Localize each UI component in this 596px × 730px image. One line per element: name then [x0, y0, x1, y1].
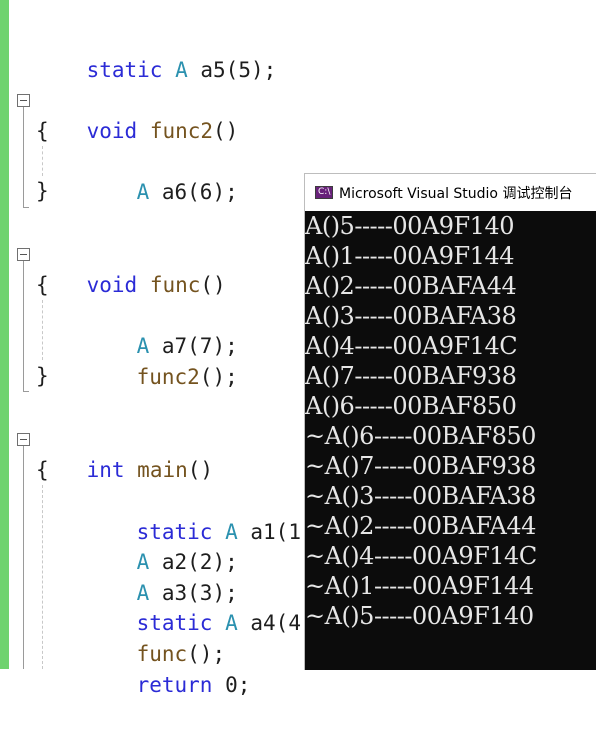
- code-text: ();: [199, 365, 238, 389]
- type-name: A: [225, 611, 238, 635]
- keyword: void: [86, 273, 138, 297]
- fold-line: [23, 261, 24, 391]
- output-line: ~A()2-----00BAFA44: [305, 512, 536, 540]
- fold-toggle-func2[interactable]: [17, 94, 30, 107]
- code-line-main-decl: int main(): [36, 425, 213, 482]
- type-name: A: [175, 58, 188, 82]
- output-line: A()3-----00BAFA38: [305, 302, 517, 330]
- indent-guide: [42, 485, 43, 669]
- output-line: ~A()7-----00BAF938: [305, 452, 536, 480]
- function-name: func2: [136, 365, 200, 389]
- code-line-brace-open: {: [36, 116, 49, 146]
- output-line: ~A()3-----00BAFA38: [305, 482, 536, 510]
- indent-guide: [42, 300, 43, 360]
- code-line-a2: A a2(2);: [86, 517, 238, 574]
- output-line: ~A()5-----00A9F140: [305, 602, 534, 630]
- code-text: a5(5);: [187, 58, 277, 82]
- code-text: (): [200, 273, 226, 297]
- function-name: func: [149, 273, 201, 297]
- output-line: A()6-----00BAF850: [305, 392, 517, 420]
- code-line-brace-open: {: [36, 270, 49, 300]
- type-name: A: [136, 180, 150, 204]
- output-line: A()4-----00A9F14C: [305, 332, 518, 360]
- code-line-call-func2: func2();: [86, 332, 238, 389]
- code-line-a4: static A a4(4);: [86, 578, 327, 635]
- output-line: A()2-----00BAFA44: [305, 272, 517, 300]
- code-text: }: [36, 364, 49, 388]
- indent-guide: [42, 146, 43, 176]
- function-name: func2: [149, 119, 214, 143]
- console-icon-text: C:\: [318, 187, 331, 197]
- console-app-icon: C:\: [315, 186, 333, 199]
- code-text: {: [36, 458, 49, 482]
- code-line-a7: A a7(7);: [86, 301, 238, 358]
- code-line-call-func: func();: [86, 609, 226, 666]
- code-line-return: return 0;: [86, 640, 251, 697]
- keyword: return: [136, 673, 213, 697]
- code-line-a1: static A a1(1);: [86, 487, 327, 544]
- keyword: static: [86, 58, 163, 82]
- keyword: int: [86, 458, 125, 482]
- debug-console-window[interactable]: C:\ Microsoft Visual Studio 调试控制台 A()5--…: [304, 173, 596, 670]
- fold-toggle-func[interactable]: [17, 248, 30, 261]
- code-line-func2-decl: void func2(): [36, 86, 239, 143]
- code-text: a6(6);: [149, 180, 238, 204]
- fold-line: [23, 446, 24, 669]
- output-line: A()5-----00A9F140: [305, 212, 514, 240]
- output-line: A()7-----00BAF938: [305, 362, 517, 390]
- code-line-a6: A a6(6);: [86, 147, 238, 204]
- code-line-brace-close: }: [36, 176, 49, 206]
- code-text: {: [36, 119, 49, 143]
- function-name: main: [137, 458, 188, 482]
- fold-toggle-main[interactable]: [17, 433, 30, 446]
- output-line: ~A()6-----00BAF850: [305, 422, 536, 450]
- code-line-func-decl: void func(): [36, 240, 226, 297]
- output-line: A()1-----00A9F144: [305, 242, 514, 270]
- code-line-brace-open: {: [36, 455, 49, 485]
- code-text: 0;: [212, 673, 251, 697]
- fold-end: [23, 207, 29, 208]
- code-line-a3: A a3(3);: [86, 548, 238, 605]
- code-line-a5: static A a5(5);: [36, 25, 277, 82]
- code-line-brace-close: }: [36, 361, 49, 391]
- console-titlebar[interactable]: C:\ Microsoft Visual Studio 调试控制台: [305, 174, 596, 211]
- fold-end: [23, 391, 29, 392]
- keyword: void: [86, 119, 138, 143]
- code-text: (): [187, 458, 214, 482]
- fold-line: [23, 107, 24, 207]
- code-text: }: [36, 179, 49, 203]
- code-text: (): [213, 119, 239, 143]
- console-title: Microsoft Visual Studio 调试控制台: [339, 185, 573, 202]
- output-line: ~A()4-----00A9F14C: [305, 542, 537, 570]
- console-output[interactable]: A()5-----00A9F140 A()1-----00A9F144 A()2…: [305, 211, 596, 670]
- code-text: {: [36, 273, 49, 297]
- output-line: ~A()1-----00A9F144: [305, 572, 534, 600]
